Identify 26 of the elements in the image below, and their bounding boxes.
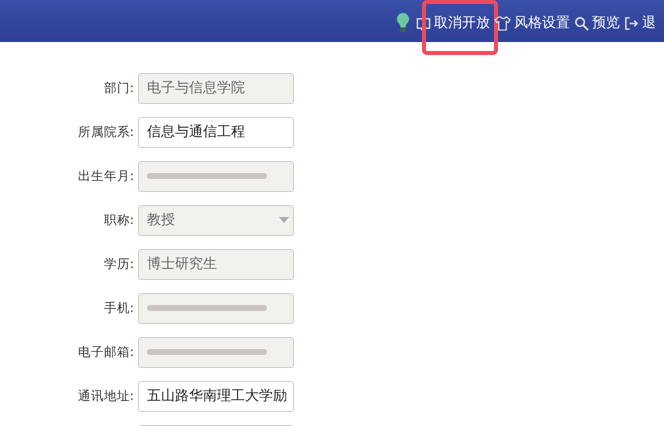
field-label: 出生年月: [76, 168, 135, 184]
field-label: 手机: [102, 300, 135, 316]
select-field[interactable]: 教授 [138, 204, 294, 236]
field-label: 部门: [102, 80, 135, 96]
field-label: 通讯地址: [76, 388, 135, 404]
input-field[interactable]: 博士研究生 [138, 248, 294, 280]
field-label: 职称: [102, 212, 135, 228]
toolbar-link[interactable]: 退 [642, 12, 656, 34]
lightbulb-icon[interactable] [396, 12, 410, 34]
toolbar-link[interactable]: 取消开放 [434, 12, 490, 34]
toolbar-link[interactable]: 预览 [592, 12, 620, 34]
input-field[interactable] [138, 160, 294, 192]
search-icon[interactable] [574, 16, 589, 30]
input-field[interactable] [138, 292, 294, 324]
field-label: 所属院系: [76, 124, 135, 140]
input-field[interactable]: 电子与信息学院 [138, 72, 294, 104]
input-field[interactable]: 信息与通信工程 [138, 116, 294, 148]
caret-icon [279, 217, 289, 223]
input-field[interactable]: 五山路华南理工大学励 [138, 380, 294, 412]
exit-icon[interactable] [624, 16, 639, 30]
field-label: 电子邮箱: [76, 344, 135, 360]
input-field[interactable] [138, 336, 294, 368]
monitor-icon[interactable] [416, 16, 431, 30]
shirt-icon[interactable] [494, 16, 511, 30]
toolbar-link[interactable]: 风格设置 [514, 12, 570, 34]
field-label: 学历: [102, 256, 135, 272]
